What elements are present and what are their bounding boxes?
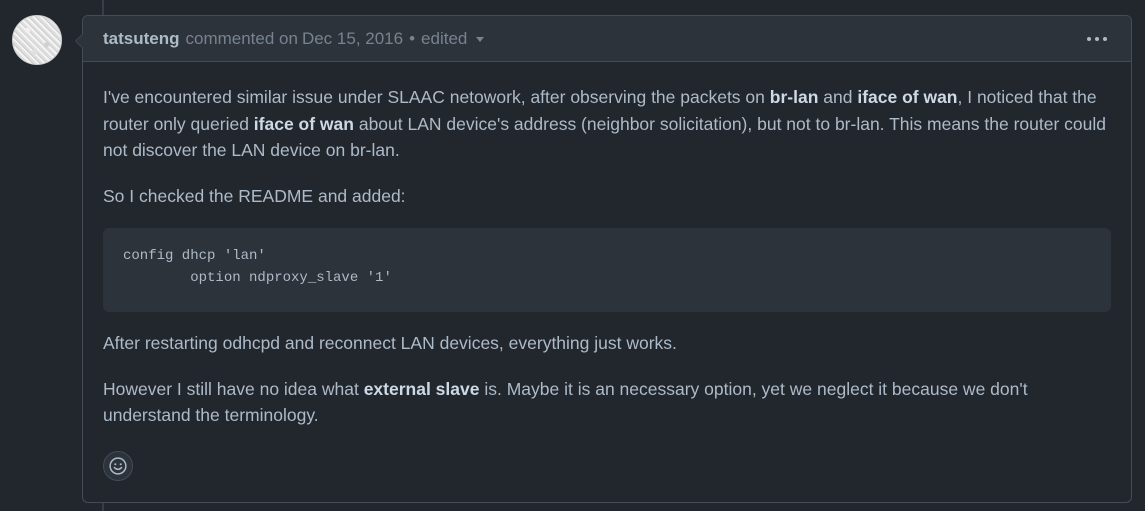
author-link[interactable]: tatsuteng [103,29,180,49]
kebab-dot [1087,36,1091,41]
text-span: and [818,87,858,107]
add-reaction-button[interactable] [103,451,133,481]
paragraph-1: I've encountered similar issue under SLA… [103,84,1111,164]
bold-text: iface of wan [253,113,354,134]
comment-body: I've encountered similar issue under SLA… [83,62,1131,429]
paragraph-2: So I checked the README and added: [103,185,406,206]
paragraph-4: However I still have no idea what extern… [103,376,1111,429]
paragraph-3: After restarting odhcpd and reconnect LA… [103,333,677,353]
text-span: However I still have no idea what [103,378,364,399]
avatar[interactable] [12,15,62,65]
edited-label: edited [421,28,468,48]
comment-action-text: commented on [185,28,298,48]
edited-history-dropdown[interactable]: edited [421,28,485,49]
smiley-icon [109,457,127,475]
kebab-horizontal-icon[interactable] [1083,33,1111,45]
text-span: I've encountered similar issue under SLA… [103,87,770,107]
bold-text: external slave [363,378,480,399]
bold-text: iface of wan [857,87,958,107]
meta-separator: • [409,28,416,48]
comment-date-link[interactable]: Dec 15, 2016 [302,29,403,49]
timeline-line-top [102,0,104,16]
code-block: config dhcp 'lan' option ndproxy_slave '… [103,228,1111,312]
kebab-dot [1095,36,1099,41]
comment-header: tatsuteng commented on Dec 15, 2016 • ed… [83,16,1131,62]
bold-text: br-lan [769,87,819,107]
timeline-line-bottom [102,502,104,511]
caret-down-icon [476,37,485,42]
comment-box: tatsuteng commented on Dec 15, 2016 • ed… [75,15,1132,503]
kebab-dot [1103,36,1107,41]
